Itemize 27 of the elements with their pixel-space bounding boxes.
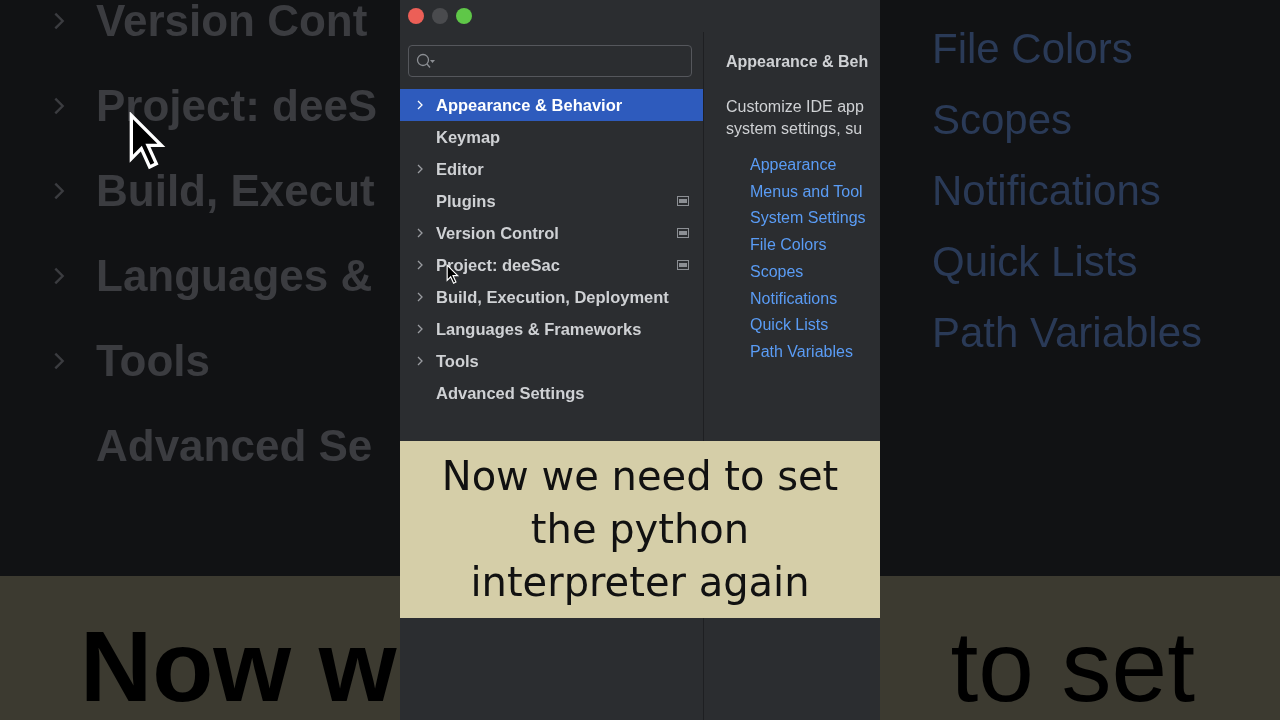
section-title: Appearance & Beh: [726, 52, 869, 72]
settings-link[interactable]: System Settings: [750, 205, 866, 233]
caption-text: Now we need to set the python interpreter again: [441, 452, 839, 607]
section-description: Customize IDE app system settings, su: [726, 97, 864, 139]
tree-item[interactable]: Appearance & Behavior: [400, 89, 703, 121]
settings-link[interactable]: Path Variables: [750, 338, 853, 366]
search-icon: [416, 53, 436, 69]
caption-text: to set: [950, 616, 1195, 716]
settings-link[interactable]: Notifications: [750, 285, 838, 313]
tree-item[interactable]: Tools: [400, 345, 703, 377]
settings-link[interactable]: Appearance: [750, 152, 837, 179]
settings-link[interactable]: File Colors: [750, 232, 827, 259]
search-field[interactable]: [408, 45, 692, 77]
tree-item[interactable]: Languages & Frameworks: [400, 313, 703, 345]
zoom-button[interactable]: [456, 8, 472, 24]
settings-link[interactable]: Menus and Tool: [750, 178, 863, 206]
tree-item[interactable]: Version Control: [400, 217, 703, 249]
caption-text: Now w: [80, 616, 397, 716]
close-button[interactable]: [408, 8, 424, 24]
tree-item[interactable]: Project: deeSac: [400, 249, 703, 281]
settings-link[interactable]: Scopes: [750, 258, 804, 286]
tree-item[interactable]: Keymap: [400, 121, 703, 153]
tree-item[interactable]: Plugins: [400, 185, 703, 217]
tree-item[interactable]: Editor: [400, 153, 703, 185]
tree-item[interactable]: Build, Execution, Deployment: [400, 281, 703, 313]
settings-link[interactable]: Quick Lists: [750, 312, 829, 339]
tree-item[interactable]: Advanced Settings: [400, 377, 703, 409]
